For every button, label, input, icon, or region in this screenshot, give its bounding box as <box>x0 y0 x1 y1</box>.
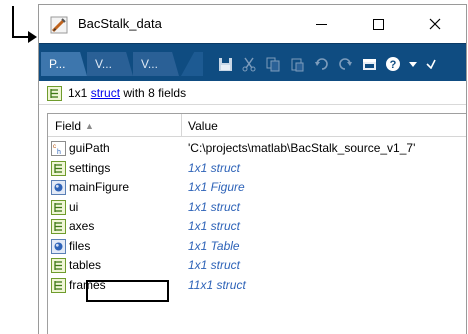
column-header-field[interactable]: Field ▲ <box>55 119 94 133</box>
field-value: 'C:\projects\matlab\BacStalk_source_v1_7… <box>188 141 416 155</box>
variable-editor-app-icon <box>50 16 68 34</box>
svg-text:h: h <box>57 149 61 156</box>
table-row[interactable]: tables 1x1 struct <box>48 256 466 275</box>
sort-ascending-icon: ▲ <box>85 121 94 131</box>
field-value: 11x1 struct <box>188 277 246 292</box>
field-value: 1x1 struct <box>188 199 241 214</box>
struct-icon <box>51 199 67 215</box>
highlight-frames-box <box>86 280 169 302</box>
summary-size: 1x1 <box>68 86 88 100</box>
table-row[interactable]: c h guiPath 'C:\projects\matlab\BacStalk_so… <box>48 139 466 158</box>
char-icon: ch <box>51 141 67 156</box>
column-divider[interactable] <box>181 114 182 137</box>
maximize-icon <box>372 18 384 30</box>
field-name: files <box>69 238 91 253</box>
field-name: tables <box>69 258 102 272</box>
struct-icon <box>51 258 67 273</box>
field-name: settings <box>69 160 111 175</box>
summary-suffix: with 8 fields <box>123 86 187 100</box>
tab-separator <box>181 52 203 76</box>
tab-view[interactable]: V... <box>133 52 179 76</box>
tab-plots[interactable]: P... <box>41 52 87 76</box>
struct-icon <box>47 86 62 104</box>
redo-icon[interactable] <box>337 56 353 72</box>
field-value: 1x1 struct <box>188 160 241 175</box>
table-row[interactable]: axes 1x1 struct <box>48 217 466 236</box>
toolstrip: P... V... V... ? <box>39 43 466 81</box>
variable-editor-window: BacStalk_data P... V... V... ? 1x1 struc… <box>38 4 467 334</box>
svg-text:c: c <box>53 144 56 150</box>
close-icon <box>429 18 441 30</box>
window-title: BacStalk_data <box>78 16 162 31</box>
window-layout-icon[interactable] <box>361 56 377 72</box>
save-icon[interactable] <box>217 56 233 72</box>
field-name: axes <box>69 219 95 233</box>
table-row[interactable]: ui 1x1 struct <box>48 198 466 217</box>
field-name: guiPath <box>69 141 110 155</box>
minimize-icon <box>315 23 327 25</box>
table-row[interactable]: settings 1x1 struct <box>48 159 466 178</box>
field-value: 1x1 Figure <box>188 180 245 194</box>
column-header-value[interactable]: Value <box>188 119 218 133</box>
summary-text: 1x1 struct with 8 fields <box>68 86 186 100</box>
title-bar[interactable]: BacStalk_data <box>39 5 466 43</box>
struct-link[interactable]: struct <box>91 86 120 100</box>
dropdown-icon[interactable] <box>405 56 421 72</box>
copy-icon[interactable] <box>265 56 281 72</box>
struct-icon <box>51 277 67 293</box>
struct-icon <box>51 219 67 234</box>
table-row[interactable]: files 1x1 Table <box>48 237 466 256</box>
field-value: 1x1 struct <box>188 258 241 272</box>
svg-text:?: ? <box>390 59 397 71</box>
variable-summary: 1x1 struct with 8 fields <box>39 81 466 105</box>
field-value: 1x1 struct <box>188 219 241 233</box>
object-icon <box>51 180 67 195</box>
help-icon[interactable]: ? <box>385 56 401 72</box>
undo-icon[interactable] <box>313 56 329 72</box>
minimize-button[interactable] <box>298 5 344 43</box>
tab-variable[interactable]: V... <box>87 52 133 76</box>
object-icon <box>51 238 67 254</box>
cut-icon[interactable] <box>241 56 257 72</box>
struct-icon <box>51 160 67 176</box>
table-header: Field ▲ Value <box>48 114 466 137</box>
field-name: mainFigure <box>69 180 130 194</box>
paste-icon[interactable] <box>289 56 305 72</box>
field-value: 1x1 Table <box>188 238 240 253</box>
maximize-button[interactable] <box>355 5 401 43</box>
undock-icon[interactable] <box>423 56 439 72</box>
close-button[interactable] <box>412 5 458 43</box>
table-row[interactable]: mainFigure 1x1 Figure <box>48 178 466 197</box>
field-name: ui <box>69 199 79 214</box>
